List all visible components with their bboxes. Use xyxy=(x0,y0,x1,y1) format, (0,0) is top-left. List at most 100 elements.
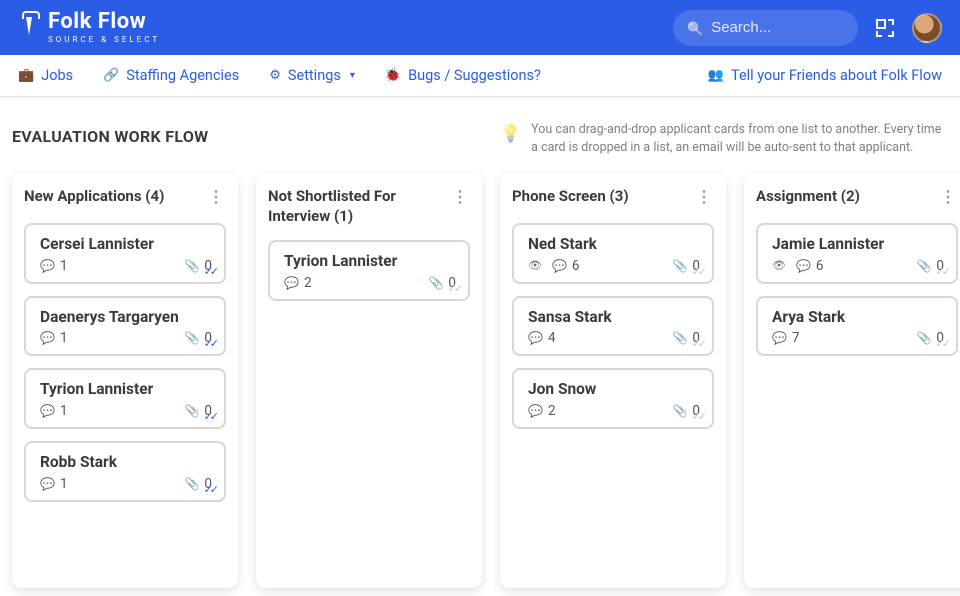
nav-settings-label: Settings xyxy=(288,67,341,84)
comments-metric: 💬2 xyxy=(528,403,556,419)
card-metrics: 💬2📎0 xyxy=(528,403,700,419)
comments-metric: 💬6 xyxy=(796,258,824,274)
comment-icon: 💬 xyxy=(40,331,55,345)
page-title: EVALUATION WORK FLOW xyxy=(12,121,480,146)
column-title: New Applications (4) xyxy=(24,187,164,207)
nav-tell-friends[interactable]: 👥 Tell your Friends about Folk Flow xyxy=(708,67,942,84)
applicant-name: Ned Stark xyxy=(528,235,700,254)
nav-jobs-label: Jobs xyxy=(41,67,73,84)
read-status-icon: ✓✓ xyxy=(692,337,704,350)
attachment-icon: 📎 xyxy=(672,259,687,273)
comments-count: 6 xyxy=(816,258,824,274)
column-menu-icon[interactable]: ⋮ xyxy=(694,187,714,206)
comment-icon: 💬 xyxy=(40,477,55,491)
read-status-icon: ✓✓ xyxy=(936,337,948,350)
comments-metric: 💬1 xyxy=(40,476,68,492)
tip-text: You can drag-and-drop applicant cards fr… xyxy=(531,121,948,157)
people-icon: 👥 xyxy=(708,68,724,83)
topbar: Folk Flow SOURCE & SELECT xyxy=(0,0,960,55)
column-menu-icon[interactable]: ⋮ xyxy=(938,187,958,206)
column-title: Assignment (2) xyxy=(756,187,860,207)
eye-icon: 👁 xyxy=(528,259,542,272)
applicant-card[interactable]: Sansa Stark💬4📎0✓✓ xyxy=(512,296,714,357)
brand-title: Folk Flow xyxy=(48,11,160,33)
cards-list[interactable]: Jamie Lannister👁💬6📎0✓✓Arya Stark💬7📎0✓✓ xyxy=(756,223,958,356)
applicant-card[interactable]: Ned Stark👁💬6📎0✓✓ xyxy=(512,223,714,284)
column-menu-icon[interactable]: ⋮ xyxy=(206,187,226,206)
applicant-card[interactable]: Cersei Lannister 💬1📎0✓✓ xyxy=(24,223,226,284)
nav-tell-label: Tell your Friends about Folk Flow xyxy=(731,67,942,84)
applicant-name: Robb Stark xyxy=(40,453,212,472)
nav-settings[interactable]: ⚙ Settings ▾ xyxy=(269,67,355,84)
column-title: Phone Screen (3) xyxy=(512,187,629,207)
user-avatar[interactable] xyxy=(912,13,942,43)
briefcase-icon: 💼 xyxy=(18,68,34,83)
column-title: Not Shortlisted For Interview (1) xyxy=(268,187,450,226)
brand-text: Folk Flow SOURCE & SELECT xyxy=(48,11,160,44)
read-status-icon: ✓✓ xyxy=(204,410,216,423)
card-metrics: 💬1📎0 xyxy=(40,258,212,274)
comment-icon: 💬 xyxy=(40,404,55,418)
applicant-name: Tyrion Lannister xyxy=(284,252,456,271)
comments-count: 4 xyxy=(548,330,556,346)
applicant-card[interactable]: Tyrion Lannister💬2📎0✓✓ xyxy=(268,240,470,301)
brand-logo[interactable]: Folk Flow SOURCE & SELECT xyxy=(18,9,160,47)
attachment-icon: 📎 xyxy=(184,477,199,491)
comment-icon: 💬 xyxy=(796,259,811,273)
column-header: Phone Screen (3) ⋮ xyxy=(512,187,714,209)
nav-bugs[interactable]: 🐞 Bugs / Suggestions? xyxy=(385,67,541,84)
column-menu-icon[interactable]: ⋮ xyxy=(450,187,470,206)
share-icon: 🔗 xyxy=(103,68,119,83)
applicant-name: Cersei Lannister xyxy=(40,235,212,254)
tie-icon xyxy=(18,9,40,47)
cards-list[interactable]: Tyrion Lannister💬2📎0✓✓ xyxy=(268,240,470,301)
applicant-name: Arya Stark xyxy=(772,308,944,327)
applicant-name: Jamie Lannister xyxy=(772,235,944,254)
nav-staffing-agencies[interactable]: 🔗 Staffing Agencies xyxy=(103,67,239,84)
kanban-board: New Applications (4)⋮Cersei Lannister💬1📎… xyxy=(0,167,960,588)
applicant-card[interactable]: Jamie Lannister👁💬6📎0✓✓ xyxy=(756,223,958,284)
card-metrics: 💬2📎0 xyxy=(284,275,456,291)
comment-icon: 💬 xyxy=(772,331,787,345)
applicant-card[interactable]: Jon Snow💬2📎0✓✓ xyxy=(512,368,714,429)
search-box[interactable] xyxy=(673,10,858,46)
fullscreen-icon[interactable] xyxy=(876,19,894,37)
kanban-column: Not Shortlisted For Interview (1)⋮ Tyrion… xyxy=(256,173,482,588)
comments-metric: 💬1 xyxy=(40,330,68,346)
lightbulb-icon: 💡 xyxy=(500,122,521,157)
nav-jobs[interactable]: 💼 Jobs xyxy=(18,67,73,84)
attachment-icon: 📎 xyxy=(184,331,199,345)
comments-count: 6 xyxy=(572,258,580,274)
nav-agencies-label: Staffing Agencies xyxy=(126,67,239,84)
card-metrics: 👁💬6📎0 xyxy=(528,258,700,274)
applicant-card[interactable]: Daenerys Targaryen💬1📎0✓✓ xyxy=(24,296,226,357)
applicant-card[interactable]: Tyrion Lannister💬1📎0✓✓ xyxy=(24,368,226,429)
comments-count: 2 xyxy=(548,403,556,419)
card-metrics: 👁💬6📎0 xyxy=(772,258,944,274)
read-status-icon: ✓✓ xyxy=(692,265,704,278)
comments-metric: 💬4 xyxy=(528,330,556,346)
kanban-column: Assignment (2)⋮Jamie Lannister👁💬6📎0✓✓Ary… xyxy=(744,173,960,588)
read-status-icon: ✓✓ xyxy=(204,265,216,278)
column-header: Not Shortlisted For Interview (1)⋮ xyxy=(268,187,470,226)
brand-tagline: SOURCE & SELECT xyxy=(48,36,160,44)
attachment-icon: 📎 xyxy=(916,331,931,345)
comments-count: 2 xyxy=(304,275,312,291)
applicant-name: Tyrion Lannister xyxy=(40,380,212,399)
comments-count: 1 xyxy=(60,258,68,274)
comments-metric: 💬1 xyxy=(40,258,68,274)
cards-list[interactable]: Ned Stark👁💬6📎0✓✓Sansa Stark💬4📎0✓✓Jon Sno… xyxy=(512,223,714,429)
applicant-card[interactable]: Robb Stark💬1📎0✓✓ xyxy=(24,441,226,502)
attachment-icon: 📎 xyxy=(428,276,443,290)
search-input[interactable] xyxy=(711,19,844,36)
comments-count: 7 xyxy=(792,330,800,346)
section-header: EVALUATION WORK FLOW 💡 You can drag-and-… xyxy=(0,97,960,167)
bug-icon: 🐞 xyxy=(385,68,401,83)
applicant-card[interactable]: Arya Stark💬7📎0✓✓ xyxy=(756,296,958,357)
attachment-icon: 📎 xyxy=(672,404,687,418)
read-status-icon: ✓✓ xyxy=(448,282,460,295)
cards-list[interactable]: Cersei Lannister💬1📎0✓✓Daenerys Targaryen… xyxy=(24,223,226,501)
read-status-icon: ✓✓ xyxy=(936,265,948,278)
chevron-down-icon: ▾ xyxy=(350,70,355,81)
gear-icon: ⚙ xyxy=(269,68,281,83)
